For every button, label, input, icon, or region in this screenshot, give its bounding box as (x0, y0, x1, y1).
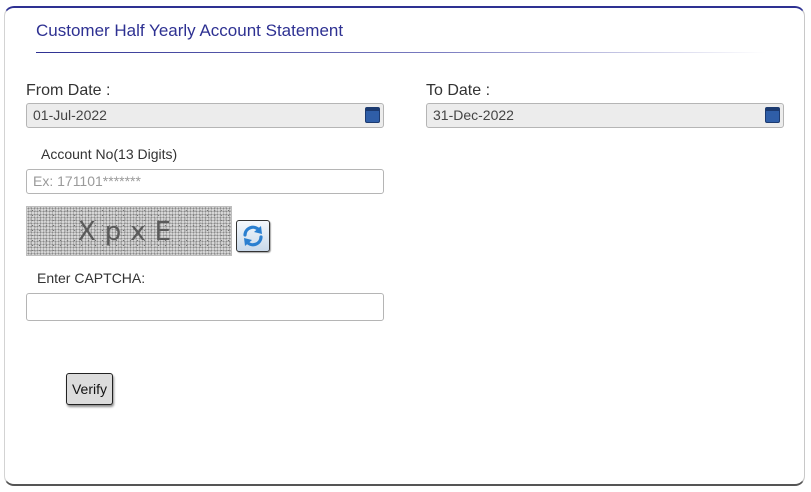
captcha-text: XpxE (77, 217, 181, 247)
captcha-refresh-button[interactable] (236, 220, 270, 252)
page-title: Customer Half Yearly Account Statement (36, 21, 344, 40)
calendar-icon[interactable] (765, 107, 780, 123)
captcha-input[interactable] (26, 293, 384, 321)
account-no-placeholder: Ex: 171101******* (33, 173, 141, 189)
to-date-label: To Date : (426, 82, 491, 99)
account-no-input[interactable]: Ex: 171101******* (26, 169, 384, 194)
to-date-field[interactable]: 31-Dec-2022 (426, 103, 784, 128)
verify-button[interactable]: Verify (66, 373, 113, 405)
to-date-value: 31-Dec-2022 (433, 107, 514, 123)
title-divider (36, 52, 766, 53)
from-date-value: 01-Jul-2022 (33, 107, 107, 123)
from-date-field[interactable]: 01-Jul-2022 (26, 103, 384, 128)
calendar-icon[interactable] (365, 107, 380, 123)
captcha-label: Enter CAPTCHA: (37, 270, 146, 286)
from-date-label: From Date : (26, 82, 111, 99)
captcha-image: XpxE (26, 206, 232, 256)
refresh-icon (243, 225, 263, 247)
account-no-label: Account No(13 Digits) (41, 146, 178, 162)
